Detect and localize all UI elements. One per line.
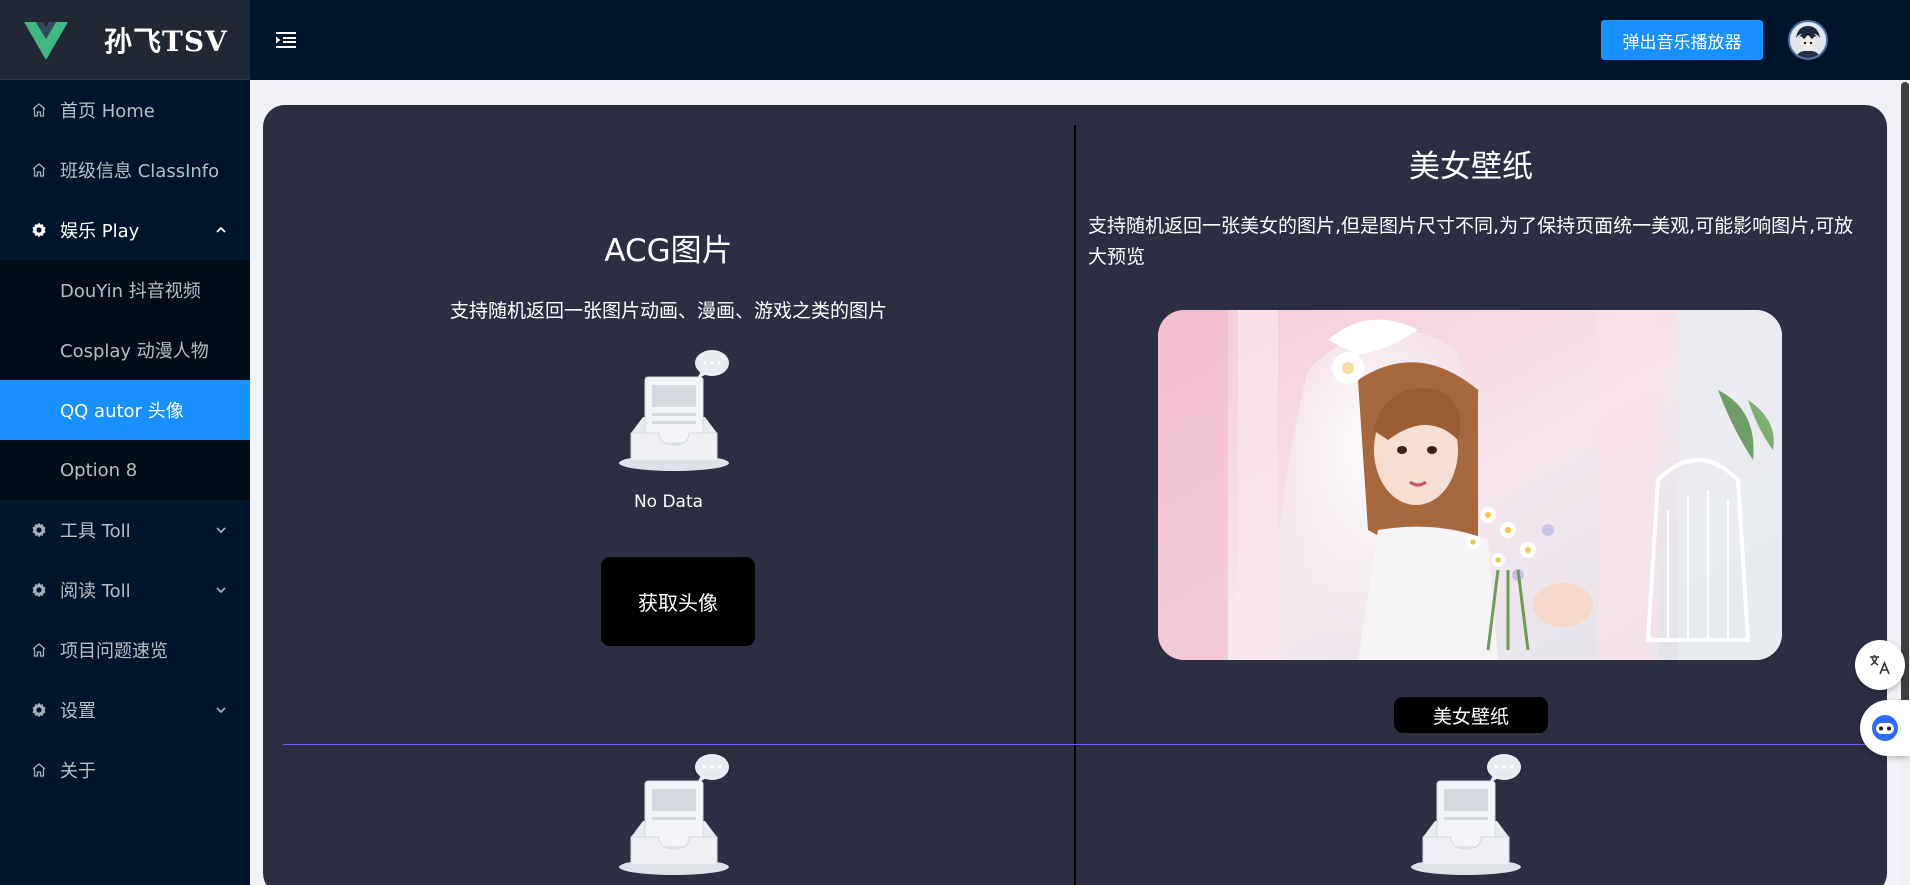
sidebar: 孙飞TSV 首页 Home 班级信息 ClassInfo 娱乐 Play Dou… bbox=[0, 0, 250, 885]
translate-button[interactable] bbox=[1855, 640, 1905, 690]
sidebar-item-classinfo[interactable]: 班级信息 ClassInfo bbox=[0, 140, 250, 200]
sidebar-item-home[interactable]: 首页 Home bbox=[0, 80, 250, 140]
wallpaper-image[interactable] bbox=[1158, 310, 1782, 660]
sidebar-item-label: DouYin 抖音视频 bbox=[60, 281, 201, 302]
sidebar-item-project-issues[interactable]: 项目问题速览 bbox=[0, 620, 250, 680]
sidebar-item-label: 首页 Home bbox=[60, 101, 155, 122]
wallpaper-title: 美女壁纸 bbox=[1409, 149, 1533, 185]
sidebar-item-label: 项目问题速览 bbox=[60, 641, 168, 662]
vertical-divider bbox=[1074, 125, 1076, 885]
sidebar-item-label: Option 8 bbox=[60, 459, 138, 481]
sidebar-item-label: 工具 Toll bbox=[60, 521, 131, 542]
logo-area[interactable]: 孙飞TSV bbox=[0, 0, 250, 80]
top-header: 弹出音乐播放器 bbox=[250, 0, 1910, 80]
home-icon bbox=[30, 641, 48, 659]
scrollbar-thumb[interactable] bbox=[1901, 82, 1909, 727]
avatar[interactable] bbox=[1788, 20, 1828, 60]
submenu-play: DouYin 抖音视频 Cosplay 动漫人物 QQ autor 头像 Opt… bbox=[0, 260, 250, 500]
home-icon bbox=[30, 761, 48, 779]
sidebar-item-label: QQ autor 头像 bbox=[60, 401, 184, 422]
menu-fold-icon[interactable] bbox=[276, 31, 296, 49]
acg-title: ACG图片 bbox=[604, 233, 733, 269]
translate-icon bbox=[1870, 655, 1890, 675]
sidebar-item-label: 设置 bbox=[60, 701, 96, 722]
empty-box-icon bbox=[619, 754, 729, 875]
empty-box-icon bbox=[619, 350, 729, 471]
app-title: 孙飞TSV bbox=[104, 24, 228, 58]
sidebar-item-douyin[interactable]: DouYin 抖音视频 bbox=[0, 260, 250, 320]
get-avatar-button[interactable]: 获取头像 bbox=[601, 557, 755, 646]
home-icon bbox=[30, 101, 48, 119]
sidebar-item-reading[interactable]: 阅读 Toll bbox=[0, 560, 250, 620]
user-avatar-icon bbox=[1790, 22, 1826, 58]
gear-icon bbox=[30, 701, 48, 719]
content-card: ACG图片 支持随机返回一张图片动画、漫画、游戏之类的图片 No Data 获取… bbox=[263, 105, 1887, 885]
sidebar-item-label: 班级信息 ClassInfo bbox=[60, 161, 220, 182]
sidebar-item-label: 关于 bbox=[60, 761, 96, 782]
horizontal-divider bbox=[283, 744, 1887, 745]
gear-icon bbox=[30, 581, 48, 599]
acg-description: 支持随机返回一张图片动画、漫画、游戏之类的图片 bbox=[449, 300, 887, 322]
gear-icon bbox=[30, 521, 48, 539]
sidebar-item-label: 娱乐 Play bbox=[60, 221, 140, 242]
home-icon bbox=[30, 161, 48, 179]
sidebar-item-tools[interactable]: 工具 Toll bbox=[0, 500, 250, 560]
wallpaper-button[interactable]: 美女壁纸 bbox=[1394, 697, 1548, 733]
chevron-up-icon bbox=[216, 226, 226, 233]
sidebar-item-cosplay[interactable]: Cosplay 动漫人物 bbox=[0, 320, 250, 380]
sidebar-menu: 首页 Home 班级信息 ClassInfo 娱乐 Play DouYin 抖音… bbox=[0, 80, 250, 800]
chevron-down-icon bbox=[216, 527, 226, 534]
gear-icon bbox=[30, 221, 48, 239]
sidebar-item-label: Cosplay 动漫人物 bbox=[60, 341, 209, 362]
vue-logo-icon bbox=[24, 21, 68, 60]
chevron-down-icon bbox=[216, 707, 226, 714]
sidebar-item-settings[interactable]: 设置 bbox=[0, 680, 250, 740]
assistant-icon bbox=[1872, 715, 1898, 741]
sidebar-item-label: 阅读 Toll bbox=[60, 581, 131, 602]
portrait-image bbox=[1158, 310, 1782, 660]
empty-box-icon bbox=[1411, 754, 1521, 875]
sidebar-item-play[interactable]: 娱乐 Play bbox=[0, 200, 250, 260]
music-player-button[interactable]: 弹出音乐播放器 bbox=[1601, 20, 1763, 60]
wallpaper-description: 支持随机返回一张美女的图片,但是图片尺寸不同,为了保持页面统一美观,可能影响图片… bbox=[1088, 215, 1854, 268]
sidebar-item-option-8[interactable]: Option 8 bbox=[0, 440, 250, 500]
empty-text: No Data bbox=[633, 492, 704, 512]
chevron-down-icon bbox=[216, 587, 226, 594]
sidebar-item-qq-avatar[interactable]: QQ autor 头像 bbox=[0, 380, 250, 440]
assistant-button[interactable] bbox=[1860, 700, 1910, 756]
sidebar-item-about[interactable]: 关于 bbox=[0, 740, 250, 800]
